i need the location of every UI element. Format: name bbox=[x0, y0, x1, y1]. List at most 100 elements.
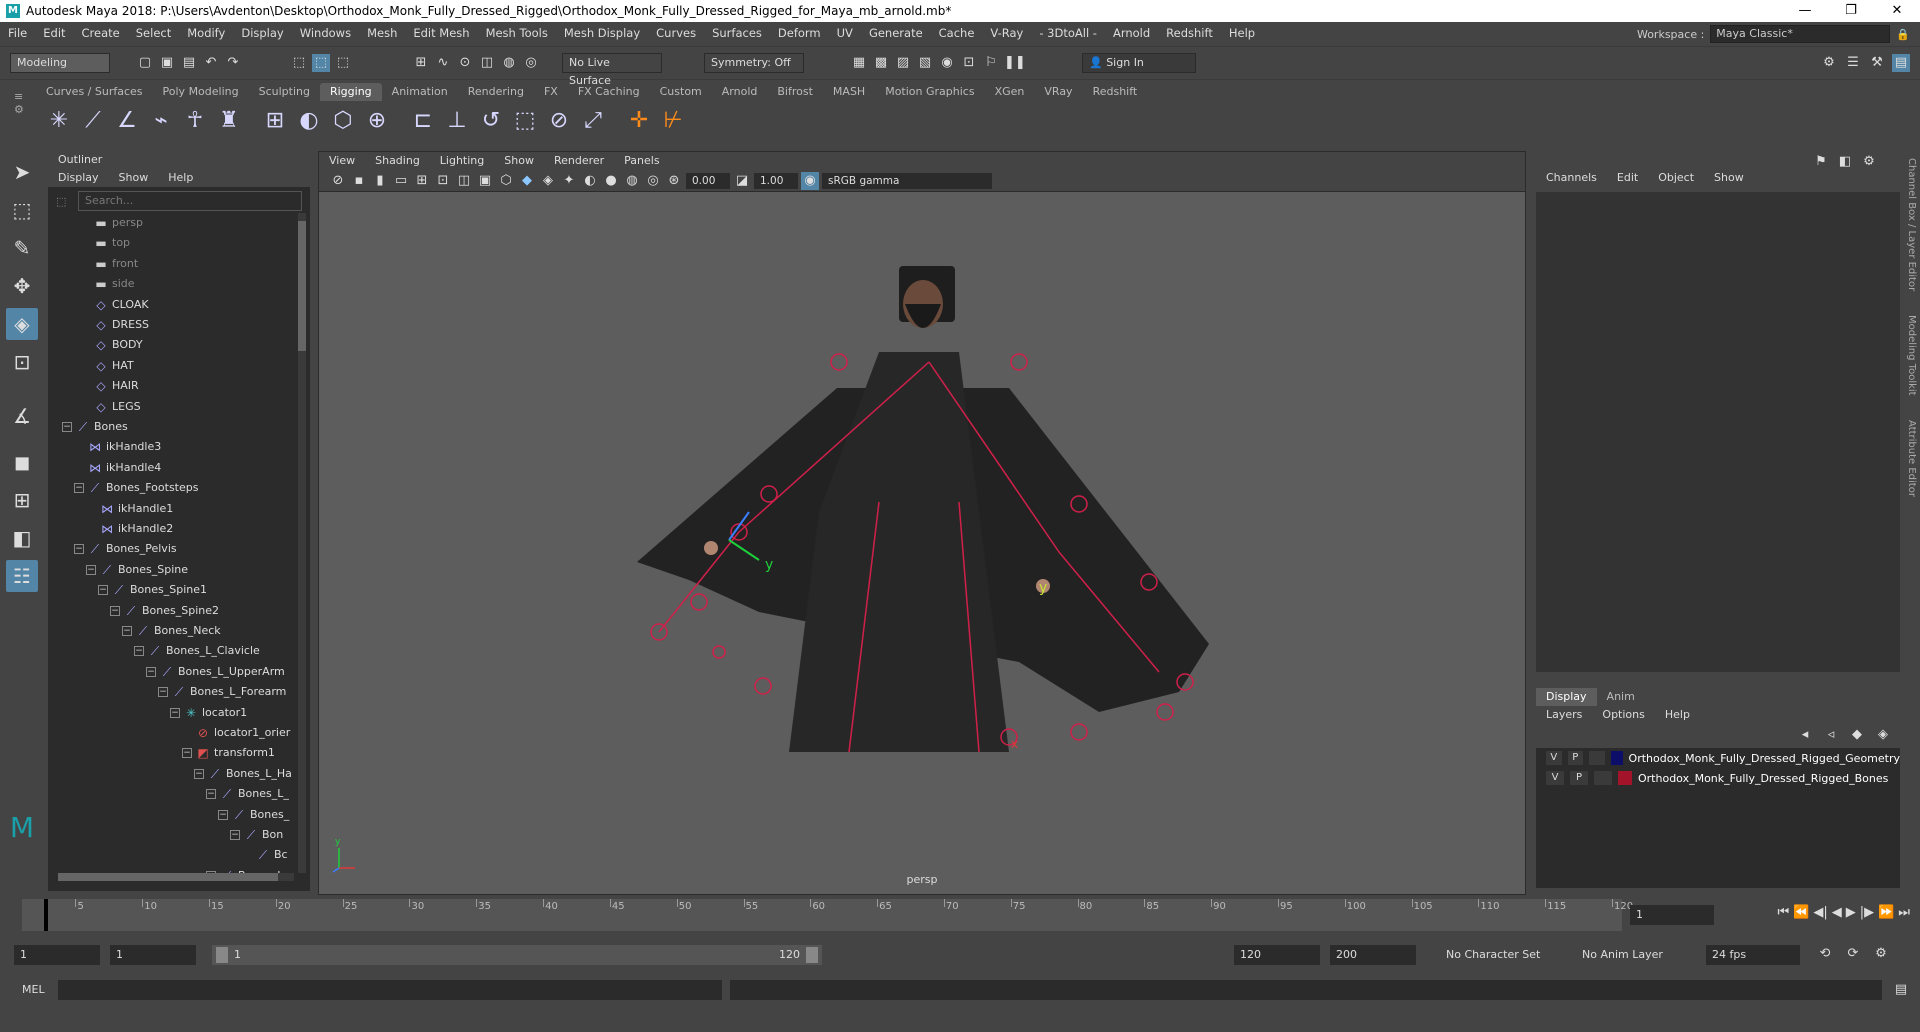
textured-icon[interactable]: ◈ bbox=[539, 172, 557, 190]
xray-icon[interactable]: ● bbox=[602, 172, 620, 190]
outliner-item[interactable]: − ⟋ Bones_Spine2 bbox=[110, 601, 219, 621]
outliner-item[interactable]: ▬ side bbox=[80, 274, 134, 294]
shelf-options[interactable]: ≡ ⚙ bbox=[14, 90, 32, 140]
viewport-menu-shading[interactable]: Shading bbox=[365, 152, 430, 170]
isolate-icon[interactable]: ◍ bbox=[623, 172, 641, 190]
layer-menu-options[interactable]: Options bbox=[1592, 706, 1654, 724]
outliner-item[interactable]: ◇ HAT bbox=[80, 356, 133, 376]
outliner-item[interactable]: ◇ BODY bbox=[80, 335, 142, 355]
outliner-vscrollbar[interactable] bbox=[298, 213, 306, 873]
exposure-field[interactable]: 0.00 bbox=[686, 172, 730, 189]
shelf-tab-fx[interactable]: FX bbox=[534, 83, 568, 101]
live-surface-field[interactable]: No Live Surface bbox=[562, 53, 662, 87]
menu-help[interactable]: Help bbox=[1221, 26, 1263, 40]
color-space-dropdown[interactable]: sRGB gamma bbox=[822, 172, 992, 189]
range-slider[interactable]: 1 120 bbox=[212, 945, 822, 965]
layer-display-type-toggle[interactable] bbox=[1594, 771, 1612, 785]
expand-toggle-icon[interactable]: − bbox=[230, 830, 240, 840]
channelbox-menu-object[interactable]: Object bbox=[1648, 168, 1704, 188]
layer-row[interactable]: V P Orthodox_Monk_Fully_Dressed_Rigged_Bon… bbox=[1536, 768, 1900, 788]
layer-menu-help[interactable]: Help bbox=[1655, 706, 1700, 724]
smooth-shade-icon[interactable]: ◆ bbox=[518, 172, 536, 190]
single-view-icon[interactable]: ◼ bbox=[6, 446, 38, 478]
layer-visibility-toggle[interactable]: V bbox=[1546, 771, 1564, 785]
shelf-tab-arnold[interactable]: Arnold bbox=[712, 83, 768, 101]
bookmark-icon[interactable]: ▮ bbox=[371, 172, 389, 190]
camera-attributes-icon[interactable]: ▪ bbox=[350, 172, 368, 190]
select-hierarchy-icon[interactable]: ⬚ bbox=[290, 54, 308, 72]
menu-uv[interactable]: UV bbox=[829, 26, 861, 40]
grid-icon[interactable]: ⊞ bbox=[413, 172, 431, 190]
channel-box-icon[interactable]: ▤ bbox=[1892, 54, 1910, 72]
layer-tab-display[interactable]: Display bbox=[1536, 688, 1597, 706]
snap-view-icon[interactable]: ◫ bbox=[478, 54, 496, 72]
menu-v-ray[interactable]: V-Ray bbox=[982, 26, 1031, 40]
humanik-icon[interactable]: ☥ bbox=[180, 106, 210, 136]
loop-icon[interactable]: ⟲ bbox=[1816, 945, 1834, 963]
outliner-item[interactable]: − ⟋ Bones_L_Forearm bbox=[158, 682, 286, 702]
locator-icon[interactable]: ✛ bbox=[624, 106, 654, 136]
outliner-item[interactable]: ⊘ locator1_orier bbox=[182, 723, 290, 743]
play-forward-icon[interactable]: ▶ bbox=[1846, 905, 1856, 920]
tool-settings-icon[interactable]: ⚒ bbox=[1868, 54, 1886, 72]
lock-icon[interactable]: 🔒 bbox=[1896, 28, 1910, 41]
move-tool-icon[interactable]: ✥ bbox=[6, 270, 38, 302]
select-component-icon[interactable]: ⬚ bbox=[334, 54, 352, 72]
menu-select[interactable]: Select bbox=[128, 26, 179, 40]
step-back-frame-icon[interactable]: ◀| bbox=[1813, 905, 1827, 920]
menu-windows[interactable]: Windows bbox=[292, 26, 359, 40]
color-management-icon[interactable]: ◉ bbox=[801, 171, 819, 190]
outliner-item[interactable]: ⟋ Bc bbox=[242, 845, 288, 865]
viewport-menu-lighting[interactable]: Lighting bbox=[430, 152, 494, 170]
shelf-tab-animation[interactable]: Animation bbox=[382, 83, 458, 101]
film-gate-icon[interactable]: ⊡ bbox=[434, 172, 452, 190]
outliner-item[interactable]: ▬ persp bbox=[80, 213, 143, 233]
expand-toggle-icon[interactable]: − bbox=[74, 544, 84, 555]
filter-icon[interactable]: ⬚ bbox=[56, 195, 66, 208]
modeling-toolkit-icon[interactable]: ⚙ bbox=[1820, 54, 1838, 72]
maximize-button[interactable]: ❐ bbox=[1828, 0, 1874, 22]
snap-curve-icon[interactable]: ∿ bbox=[434, 54, 452, 72]
symmetry-dropdown[interactable]: Symmetry: Off bbox=[704, 53, 804, 73]
outliner-item[interactable]: − ⟋ Bones_Pelvis bbox=[74, 539, 177, 559]
sign-in-button[interactable]: 👤 Sign In bbox=[1082, 53, 1196, 73]
lasso-tool-icon[interactable]: ⬚ bbox=[6, 194, 38, 226]
wrap-icon[interactable]: ⬡ bbox=[328, 106, 358, 136]
outliner-item[interactable]: ◇ CLOAK bbox=[80, 295, 148, 315]
expand-toggle-icon[interactable]: − bbox=[98, 585, 108, 596]
mirror-joint-icon[interactable]: ⌁ bbox=[146, 106, 176, 136]
pause-icon[interactable]: ❚❚ bbox=[1004, 54, 1026, 72]
step-forward-key-icon[interactable]: ⏩ bbox=[1878, 905, 1894, 920]
menu-arnold[interactable]: Arnold bbox=[1105, 26, 1158, 40]
minimize-button[interactable]: — bbox=[1782, 0, 1828, 22]
two-view-icon[interactable]: ◧ bbox=[6, 522, 38, 554]
create-joint-icon[interactable]: ✳ bbox=[44, 106, 74, 136]
outliner-item[interactable]: − ⟋ Bon bbox=[230, 825, 283, 845]
ik-handle-icon[interactable]: ⟋ bbox=[78, 106, 108, 136]
pole-vector-icon[interactable]: ⊬ bbox=[658, 106, 688, 136]
safe-action-icon[interactable]: ▣ bbox=[476, 172, 494, 190]
arnold-render-icon[interactable]: ⊡ bbox=[960, 54, 978, 72]
shelf-tab-xgen[interactable]: XGen bbox=[985, 83, 1035, 101]
layer-row[interactable]: V P Orthodox_Monk_Fully_Dressed_Rigged_Geo… bbox=[1536, 748, 1900, 768]
snap-live-icon[interactable]: ◎ bbox=[522, 54, 540, 72]
menu-file[interactable]: File bbox=[0, 26, 35, 40]
gamma-field[interactable]: 1.00 bbox=[754, 172, 798, 189]
expand-toggle-icon[interactable]: − bbox=[134, 646, 144, 657]
shelf-tab-fx-caching[interactable]: FX Caching bbox=[568, 83, 650, 101]
lattice-icon[interactable]: ⊞ bbox=[260, 106, 290, 136]
expand-toggle-icon[interactable]: − bbox=[146, 666, 156, 677]
shelf-tab-motion-graphics[interactable]: Motion Graphics bbox=[875, 83, 984, 101]
menu-surfaces[interactable]: Surfaces bbox=[704, 26, 770, 40]
paint-select-icon[interactable]: ✎ bbox=[6, 232, 38, 264]
snap-grid-icon[interactable]: ⊞ bbox=[412, 54, 430, 72]
menu-mesh-display[interactable]: Mesh Display bbox=[556, 26, 648, 40]
menu-deform[interactable]: Deform bbox=[770, 26, 829, 40]
blendshape-icon[interactable]: ⊕ bbox=[362, 106, 392, 136]
exposure-icon[interactable]: ⊛ bbox=[665, 172, 683, 190]
play-backward-icon[interactable]: ◀ bbox=[1832, 905, 1842, 920]
wireframe-icon[interactable]: ⬡ bbox=[497, 172, 515, 190]
range-start-handle[interactable] bbox=[216, 947, 228, 963]
resolution-gate-icon[interactable]: ◫ bbox=[455, 172, 473, 190]
menu-generate[interactable]: Generate bbox=[861, 26, 931, 40]
